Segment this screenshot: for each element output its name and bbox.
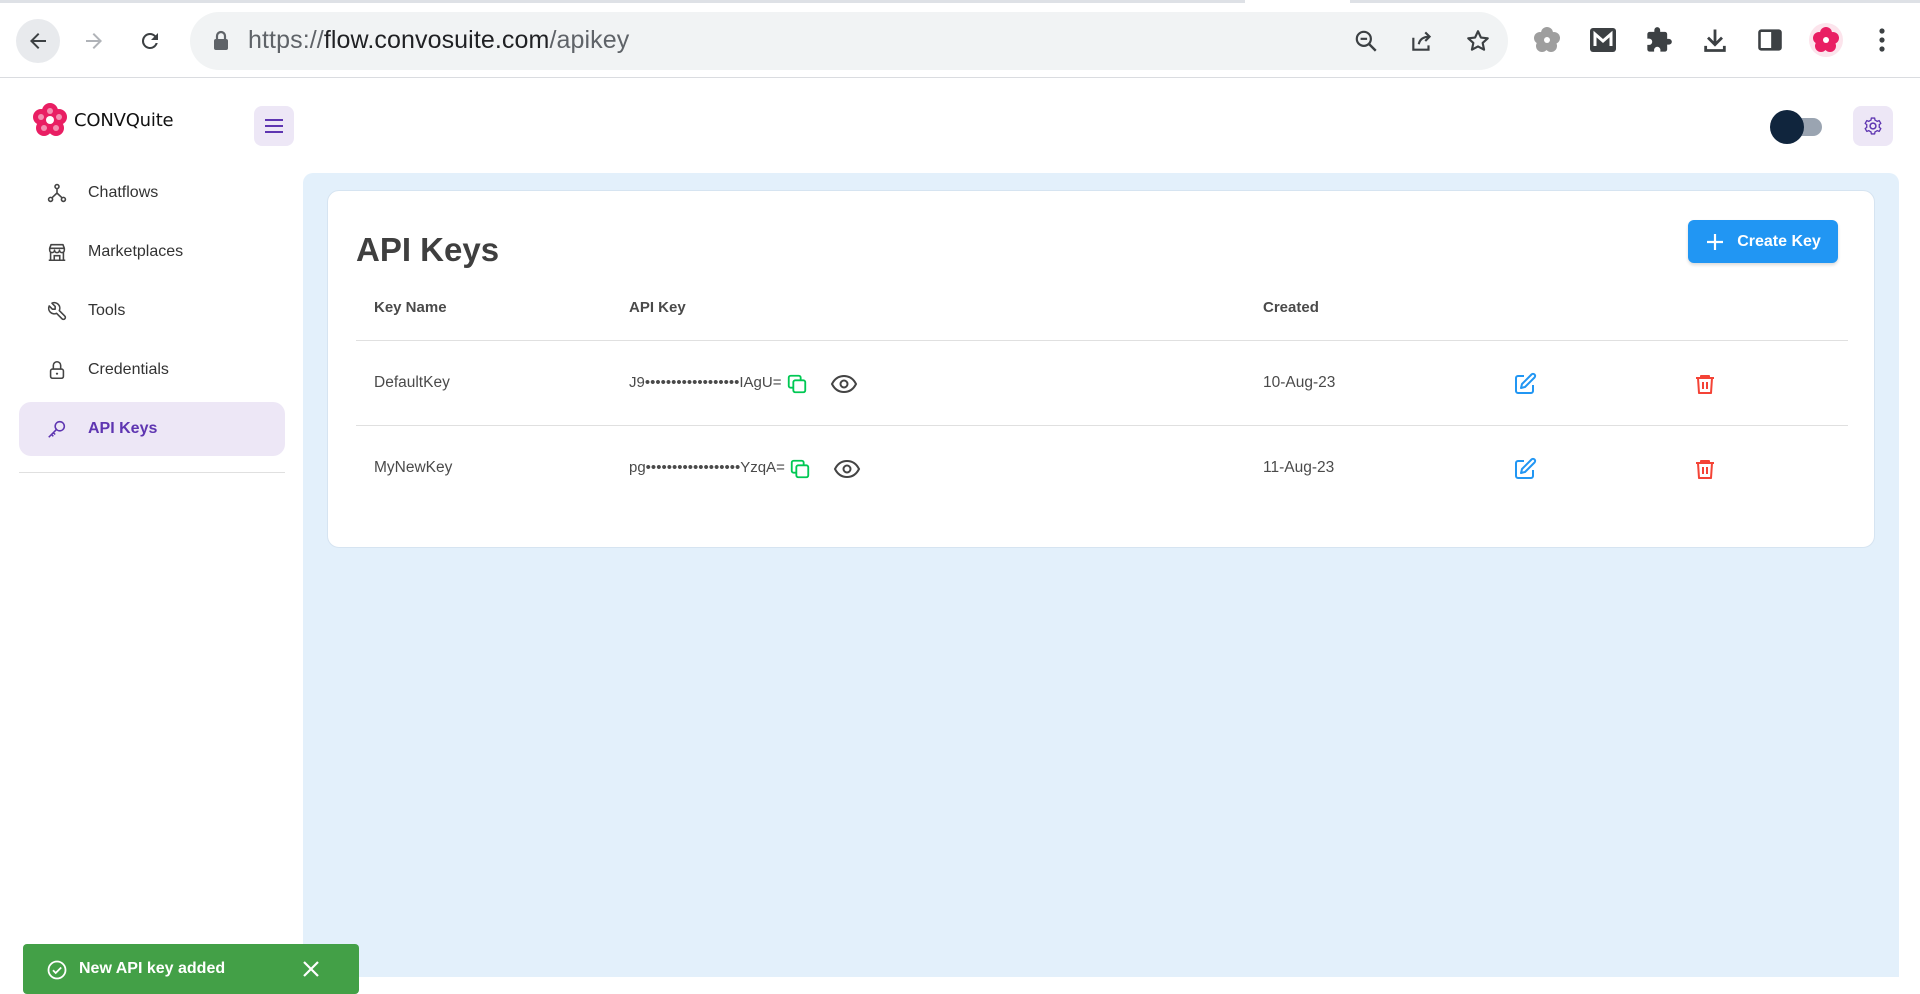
check-circle-icon (47, 960, 67, 980)
sidebar-item-credentials[interactable]: Credentials (19, 343, 285, 397)
url-host: flow.convosuite.com (323, 26, 550, 54)
sidebar-item-label: Tools (88, 302, 126, 319)
table-row: DefaultKey J9••••••••••••••••••IAgU= 10-… (356, 342, 1848, 426)
copy-key-button[interactable] (786, 455, 814, 483)
logo-text: CONVQuite (74, 109, 174, 131)
menu-icon (265, 119, 283, 133)
bookmark-button[interactable] (1464, 27, 1492, 55)
created-date-cell: 10-Aug-23 (1263, 374, 1336, 391)
sidebar-item-marketplaces[interactable]: Marketplaces (19, 225, 285, 279)
profile-avatar-icon (1809, 23, 1843, 57)
app-logo[interactable]: CONVQuite (30, 100, 174, 140)
reload-icon (141, 32, 158, 49)
create-key-button[interactable]: Create Key (1688, 220, 1838, 263)
address-bar[interactable]: https://flow.convosuite.com/apikey (190, 12, 1508, 70)
plus-icon (1707, 233, 1724, 250)
delete-key-button[interactable] (1691, 370, 1719, 398)
page-title: API Keys (356, 231, 500, 268)
toast-close-button[interactable] (301, 959, 321, 984)
created-date-cell: 11-Aug-23 (1263, 459, 1335, 476)
tab-strip (0, 0, 1245, 3)
sidebar-nav: Chatflows Marketplaces Tools Credentials… (19, 166, 285, 461)
toast-message: New API key added (79, 960, 226, 977)
chatflows-icon (47, 183, 67, 203)
copy-icon (790, 459, 810, 479)
key-name-cell: MyNewKey (374, 459, 453, 476)
side-panel-icon (1758, 29, 1782, 51)
back-button[interactable] (16, 19, 60, 63)
browser-toolbar: https://flow.convosuite.com/apikey (0, 0, 1920, 78)
puzzle-icon (1647, 27, 1672, 52)
url-scheme: https:// (248, 26, 324, 54)
url-text: https://flow.convosuite.com/apikey (248, 26, 629, 55)
gear-icon (1864, 117, 1882, 135)
download-icon (1704, 29, 1726, 52)
trash-icon (1696, 375, 1714, 394)
url-path: /apikey (549, 26, 630, 54)
menu-toggle-button[interactable] (254, 106, 294, 146)
forward-button[interactable] (72, 19, 116, 63)
flower-extension-icon (1534, 27, 1560, 52)
trash-icon (1696, 460, 1714, 479)
lock-icon (214, 30, 228, 50)
copy-key-button[interactable] (783, 370, 811, 398)
share-icon (1412, 31, 1432, 51)
show-key-button[interactable] (829, 370, 859, 398)
key-icon (48, 420, 66, 438)
key-name-cell: DefaultKey (374, 374, 450, 391)
sidebar-item-chatflows[interactable]: Chatflows (19, 166, 285, 220)
extensions-button[interactable] (1641, 22, 1677, 58)
sidebar-item-label: Credentials (88, 361, 169, 378)
browser-menu-button[interactable] (1864, 22, 1900, 58)
column-header-created: Created (1263, 299, 1319, 316)
store-icon (48, 243, 66, 262)
api-key-cell: J9••••••••••••••••••IAgU= (629, 374, 782, 391)
zoom-out-icon (1355, 30, 1377, 52)
arrow-right-icon (86, 33, 102, 49)
lock-icon (49, 360, 65, 380)
zoom-button[interactable] (1352, 27, 1380, 55)
eye-icon (833, 459, 861, 479)
eye-icon (830, 374, 858, 394)
more-vert-icon (1879, 28, 1885, 52)
column-header-api-key: API Key (629, 299, 686, 316)
tab-strip-right (1350, 0, 1920, 3)
edit-key-button[interactable] (1511, 370, 1539, 398)
star-icon (1467, 30, 1489, 51)
api-key-cell: pg••••••••••••••••••YzqA= (629, 459, 785, 476)
convosuite-logo-icon (33, 103, 67, 136)
edit-key-button[interactable] (1511, 455, 1539, 483)
sidebar-item-api-keys[interactable]: API Keys (19, 402, 285, 456)
table-row: MyNewKey pg••••••••••••••••••YzqA= 11-Au… (356, 427, 1848, 511)
close-icon (303, 961, 319, 977)
settings-button[interactable] (1853, 106, 1893, 146)
extension-m[interactable] (1585, 22, 1621, 58)
edit-icon (1515, 457, 1537, 479)
wrench-icon (47, 301, 67, 321)
edit-icon (1515, 372, 1537, 394)
sidebar-item-label: Marketplaces (88, 243, 184, 260)
sidebar-item-label: Chatflows (88, 184, 159, 201)
profile-button[interactable] (1808, 22, 1844, 58)
extension-convosuite[interactable] (1529, 22, 1565, 58)
reload-button[interactable] (128, 19, 172, 63)
downloads-button[interactable] (1697, 22, 1733, 58)
sidebar-divider (19, 472, 285, 473)
sidebar-item-tools[interactable]: Tools (19, 284, 285, 338)
arrow-left-icon (30, 33, 46, 49)
copy-icon (787, 374, 807, 394)
share-button[interactable] (1408, 27, 1436, 55)
api-keys-card: API Keys Create Key Key Name API Key Cre… (327, 190, 1875, 548)
success-toast: New API key added (23, 944, 359, 994)
dark-mode-switch[interactable] (1770, 110, 1828, 144)
delete-key-button[interactable] (1691, 455, 1719, 483)
create-key-label: Create Key (1737, 232, 1821, 250)
side-panel-button[interactable] (1752, 22, 1788, 58)
sidebar-item-label: API Keys (88, 420, 158, 437)
m-extension-icon (1590, 28, 1616, 52)
table-header: Key Name API Key Created (356, 279, 1848, 341)
show-key-button[interactable] (832, 455, 862, 483)
column-header-key-name: Key Name (374, 299, 447, 316)
switch-knob (1770, 110, 1804, 144)
